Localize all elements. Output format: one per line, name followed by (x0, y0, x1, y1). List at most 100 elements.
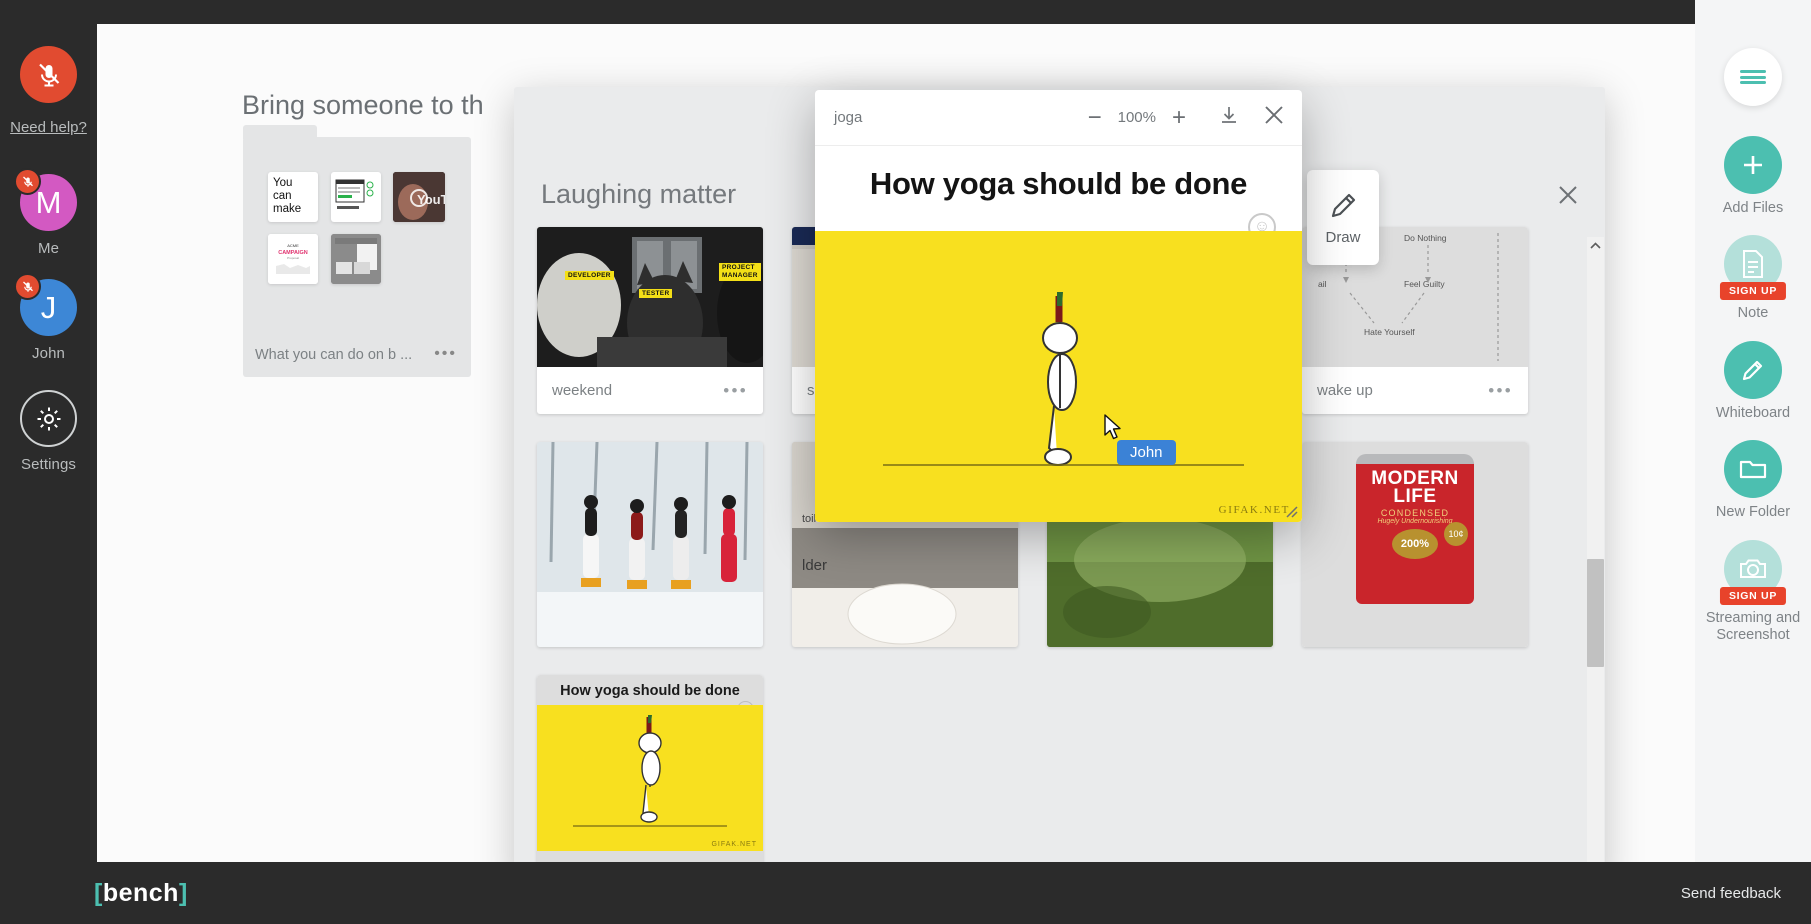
thumbnail-cats[interactable]: DEVELOPER TESTER PROJECT MANAGER (537, 227, 763, 367)
mute-toggle-button[interactable] (20, 46, 77, 103)
menu-button[interactable] (1724, 48, 1782, 112)
gear-icon[interactable] (20, 390, 77, 447)
yoga-watermark: GIFAK.NET (711, 840, 757, 848)
send-feedback-link[interactable]: Send feedback (1681, 885, 1781, 902)
mic-muted-icon (14, 273, 41, 300)
right-sidebar: Add Files SIGN UP Note Whiteboard New Fo… (1695, 0, 1811, 924)
folder-label: What you can do on b ... (255, 347, 413, 363)
avatar-wrapper: M (14, 168, 77, 231)
logo-bracket-right: ] (178, 878, 188, 907)
folder-thumbnail-form[interactable] (331, 172, 381, 222)
cursor-arrow-icon (1104, 414, 1121, 440)
viewer-zoom-controls: − 100% + (1088, 105, 1186, 130)
can-line-3: CONDENSED (1380, 508, 1450, 518)
logo-bracket-left: [ (94, 878, 103, 907)
form-screenshot-icon (335, 179, 374, 209)
tool-whiteboard[interactable]: Whiteboard (1716, 340, 1790, 422)
tool-add-files[interactable]: Add Files (1723, 136, 1783, 217)
tool-new-folder[interactable]: New Folder (1716, 440, 1790, 521)
media-card-weekend[interactable]: DEVELOPER TESTER PROJECT MANAGER weekend… (537, 227, 763, 414)
hamburger-menu-icon[interactable] (1724, 48, 1782, 106)
card-bar: wake up ••• (1302, 367, 1528, 414)
stickman-yoga-figure (1041, 292, 1078, 466)
download-icon[interactable] (1218, 104, 1240, 131)
viewer-actions (1218, 103, 1286, 132)
can-line-4: Hugely Undernourishing (1377, 518, 1453, 525)
settings-label: Settings (21, 456, 76, 473)
remote-cursor-john: John (1103, 414, 1176, 465)
viewer-image-area[interactable]: How yoga should be done ☺ GIFAK.NET (815, 146, 1302, 522)
viewer-filename: joga (834, 109, 863, 126)
folder-tab (243, 125, 317, 139)
mic-muted-icon[interactable] (20, 46, 77, 103)
viewer-image-canvas: GIFAK.NET (815, 231, 1302, 522)
note-icon[interactable]: SIGN UP (1719, 235, 1787, 301)
svg-text:lder: lder (802, 557, 827, 574)
zoom-level-label: 100% (1117, 109, 1156, 126)
skiers-photo (537, 442, 763, 647)
folder-menu-button[interactable]: ••• (434, 345, 457, 363)
resize-handle-icon[interactable] (1284, 504, 1298, 518)
need-help-link[interactable]: Need help? (10, 119, 87, 136)
remote-cursor-label: John (1117, 440, 1176, 465)
card-menu-button[interactable]: ••• (1488, 381, 1513, 401)
acme-campaign-icon: ACME CAMPAIGN Proposal (268, 234, 318, 284)
tool-label: Add Files (1722, 200, 1784, 216)
camera-icon[interactable]: SIGN UP (1719, 539, 1787, 605)
folder-thumbnail-you-can-make[interactable]: You can make (268, 172, 318, 222)
media-card-joga[interactable]: How yoga should be done ☺ (537, 674, 763, 879)
tool-label: Note (1737, 305, 1769, 322)
viewer-watermark: GIFAK.NET (1218, 504, 1290, 516)
card-menu-button[interactable]: ••• (723, 381, 748, 401)
card-label: weekend (552, 382, 613, 399)
image-viewer-popup[interactable]: joga − 100% + How yoga should be done ☺ (815, 90, 1302, 522)
logo-text: bench (102, 878, 179, 907)
close-icon[interactable] (1262, 103, 1286, 132)
canvas-stage[interactable]: Bring someone to th You can make YouTu (97, 24, 1695, 887)
media-card-modern-life[interactable]: MODERN LIFE CONDENSED Hugely Undernouris… (1302, 442, 1528, 647)
youtube-icon: YouTu (393, 172, 445, 222)
can-line-2: LIFE (1393, 486, 1437, 507)
board-title: Bring someone to th (242, 90, 484, 120)
signup-badge[interactable]: SIGN UP (1719, 586, 1787, 605)
close-icon[interactable] (1555, 182, 1581, 208)
chevron-up-icon[interactable] (1587, 237, 1604, 254)
thumbnail-yoga[interactable]: How yoga should be done ☺ (537, 674, 763, 879)
thumbnail-modern-life[interactable]: MODERN LIFE CONDENSED Hugely Undernouris… (1302, 442, 1528, 647)
plus-icon[interactable] (1723, 136, 1782, 194)
tool-note[interactable]: SIGN UP Note (1719, 235, 1787, 322)
participant-name: John (32, 345, 65, 362)
can-price: 10¢ (1444, 522, 1468, 546)
folder-thumbnail-youtube[interactable]: YouTu (393, 172, 445, 222)
participant-john[interactable]: J John (14, 263, 77, 362)
pencil-icon (1331, 193, 1356, 218)
folder-thumbnail-acme-campaign[interactable]: ACME CAMPAIGN Proposal (268, 234, 318, 284)
svg-text:ACME: ACME (287, 243, 299, 248)
draw-tool-button[interactable]: Draw (1307, 170, 1379, 265)
cat-tag-developer: DEVELOPER (565, 271, 614, 280)
yoga-thumb-body: GIFAK.NET (537, 704, 763, 851)
modal-scrollbar[interactable] (1587, 237, 1604, 877)
background-folder-card[interactable]: You can make YouTu ACME (243, 125, 471, 377)
plus-icon[interactable]: + (1172, 105, 1186, 130)
minus-icon[interactable]: − (1088, 105, 1102, 130)
scrollbar-thumb[interactable] (1587, 559, 1604, 667)
avatar-wrapper: J (14, 273, 77, 336)
settings-button[interactable]: Settings (20, 368, 77, 473)
tool-label: New Folder (1715, 504, 1791, 521)
participant-me[interactable]: M Me (14, 158, 77, 257)
viewer-header[interactable]: joga − 100% + (815, 90, 1302, 146)
pencil-icon[interactable] (1724, 340, 1782, 399)
viewer-image-title: How yoga should be done (869, 166, 1248, 201)
media-card-start[interactable]: start ••• (537, 442, 763, 647)
thumbnail-text: You can make (273, 177, 302, 215)
mic-muted-icon (14, 168, 41, 195)
thumbnail-skiers[interactable] (537, 442, 763, 647)
signup-badge[interactable]: SIGN UP (1719, 282, 1787, 301)
cat-tag-project-manager: PROJECT MANAGER (719, 263, 761, 281)
stickman-yoga-figure (638, 714, 662, 823)
app-logo[interactable]: [bench] (94, 879, 188, 908)
tool-streaming-screenshot[interactable]: SIGN UP Streaming and Screenshot (1695, 539, 1811, 645)
folder-icon[interactable] (1723, 440, 1782, 499)
folder-thumbnail-meeting[interactable] (331, 234, 381, 284)
